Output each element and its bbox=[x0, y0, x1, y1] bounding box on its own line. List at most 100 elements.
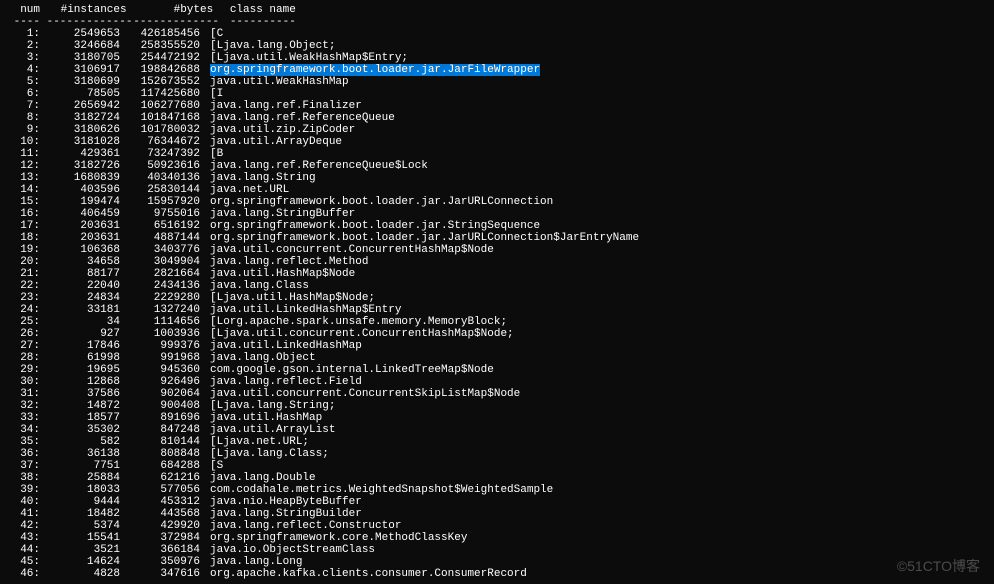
row-classname[interactable]: [Ljava.lang.Class; bbox=[200, 448, 329, 460]
row-bytes: 3049904 bbox=[120, 256, 200, 268]
row-bytes: 2821664 bbox=[120, 268, 200, 280]
row-classname[interactable]: java.lang.ref.ReferenceQueue$Lock bbox=[200, 160, 428, 172]
row-classname[interactable]: java.util.concurrent.ConcurrentSkipListM… bbox=[200, 388, 520, 400]
row-instances: 3182726 bbox=[40, 160, 120, 172]
row-instances: 15541 bbox=[40, 532, 120, 544]
row-num: 13: bbox=[0, 172, 40, 184]
row-num: 12: bbox=[0, 160, 40, 172]
row-bytes: 6516192 bbox=[120, 220, 200, 232]
row-num: 32: bbox=[0, 400, 40, 412]
row-bytes: 101847168 bbox=[120, 112, 200, 124]
row-instances: 1680839 bbox=[40, 172, 120, 184]
row-classname[interactable]: java.lang.String bbox=[200, 172, 316, 184]
row-classname[interactable]: java.lang.reflect.Method bbox=[200, 256, 368, 268]
row-num: 23: bbox=[0, 292, 40, 304]
histogram-row: 39:18033577056com.codahale.metrics.Weigh… bbox=[0, 484, 994, 496]
row-num: 39: bbox=[0, 484, 40, 496]
row-classname[interactable]: java.lang.reflect.Constructor bbox=[200, 520, 401, 532]
row-classname[interactable]: java.lang.StringBuilder bbox=[200, 508, 362, 520]
row-classname[interactable]: java.util.concurrent.ConcurrentHashMap$N… bbox=[200, 244, 494, 256]
row-classname[interactable]: java.lang.Object bbox=[200, 352, 316, 364]
row-bytes: 443568 bbox=[120, 508, 200, 520]
row-classname[interactable]: com.google.gson.internal.LinkedTreeMap$N… bbox=[200, 364, 494, 376]
row-num: 24: bbox=[0, 304, 40, 316]
histogram-row: 25:341114656[Lorg.apache.spark.unsafe.me… bbox=[0, 316, 994, 328]
row-classname[interactable]: [Ljava.util.concurrent.ConcurrentHashMap… bbox=[200, 328, 514, 340]
row-instances: 34658 bbox=[40, 256, 120, 268]
histogram-row: 26:9271003936[Ljava.util.concurrent.Conc… bbox=[0, 328, 994, 340]
row-classname[interactable]: java.util.HashMap$Node bbox=[200, 268, 355, 280]
row-classname[interactable]: java.util.LinkedHashMap$Entry bbox=[200, 304, 401, 316]
row-classname[interactable]: org.springframework.boot.loader.jar.Stri… bbox=[200, 220, 540, 232]
histogram-row: 7:2656942106277680java.lang.ref.Finalize… bbox=[0, 100, 994, 112]
row-classname[interactable]: [Ljava.net.URL; bbox=[200, 436, 309, 448]
histogram-row: 36:36138808848[Ljava.lang.Class; bbox=[0, 448, 994, 460]
row-classname[interactable]: java.util.zip.ZipCoder bbox=[200, 124, 355, 136]
row-classname[interactable]: java.util.HashMap bbox=[200, 412, 322, 424]
row-num: 44: bbox=[0, 544, 40, 556]
row-instances: 37586 bbox=[40, 388, 120, 400]
row-instances: 22040 bbox=[40, 280, 120, 292]
row-num: 7: bbox=[0, 100, 40, 112]
row-num: 10: bbox=[0, 136, 40, 148]
row-classname[interactable]: org.springframework.boot.loader.jar.JarF… bbox=[200, 64, 540, 76]
row-classname[interactable]: java.io.ObjectStreamClass bbox=[200, 544, 375, 556]
row-num: 3: bbox=[0, 52, 40, 64]
row-bytes: 152673552 bbox=[120, 76, 200, 88]
row-classname[interactable]: java.net.URL bbox=[200, 184, 289, 196]
row-classname[interactable]: [Ljava.util.WeakHashMap$Entry; bbox=[200, 52, 408, 64]
row-num: 27: bbox=[0, 340, 40, 352]
row-classname[interactable]: [Ljava.lang.String; bbox=[200, 400, 335, 412]
row-classname[interactable]: org.springframework.boot.loader.jar.JarU… bbox=[200, 232, 639, 244]
row-classname[interactable]: java.lang.StringBuffer bbox=[200, 208, 355, 220]
row-instances: 18033 bbox=[40, 484, 120, 496]
row-classname[interactable]: [C bbox=[200, 28, 223, 40]
row-classname[interactable]: [Ljava.util.HashMap$Node; bbox=[200, 292, 375, 304]
row-classname[interactable]: [B bbox=[200, 148, 223, 160]
row-bytes: 999376 bbox=[120, 340, 200, 352]
row-classname[interactable]: java.lang.Long bbox=[200, 556, 302, 568]
row-classname[interactable]: java.util.ArrayList bbox=[200, 424, 335, 436]
histogram-row: 46:4828347616org.apache.kafka.clients.co… bbox=[0, 568, 994, 580]
row-classname[interactable]: [Lorg.apache.spark.unsafe.memory.MemoryB… bbox=[200, 316, 507, 328]
histogram-row: 41:18482443568java.lang.StringBuilder bbox=[0, 508, 994, 520]
row-bytes: 9755016 bbox=[120, 208, 200, 220]
row-bytes: 429920 bbox=[120, 520, 200, 532]
histogram-row: 31:37586902064java.util.concurrent.Concu… bbox=[0, 388, 994, 400]
row-num: 1: bbox=[0, 28, 40, 40]
row-classname[interactable]: org.springframework.core.MethodClassKey bbox=[200, 532, 467, 544]
row-classname[interactable]: java.lang.ref.Finalizer bbox=[200, 100, 362, 112]
histogram-row: 23:248342229280[Ljava.util.HashMap$Node; bbox=[0, 292, 994, 304]
row-num: 17: bbox=[0, 220, 40, 232]
row-instances: 403596 bbox=[40, 184, 120, 196]
row-classname[interactable]: java.util.LinkedHashMap bbox=[200, 340, 362, 352]
row-instances: 18577 bbox=[40, 412, 120, 424]
row-classname[interactable]: java.lang.Double bbox=[200, 472, 316, 484]
row-classname[interactable]: com.codahale.metrics.WeightedSnapshot$We… bbox=[200, 484, 553, 496]
row-classname[interactable]: java.lang.reflect.Field bbox=[200, 376, 362, 388]
row-classname[interactable]: [S bbox=[200, 460, 223, 472]
row-classname[interactable]: java.lang.Class bbox=[200, 280, 309, 292]
row-instances: 61998 bbox=[40, 352, 120, 364]
header-bytes: #bytes bbox=[133, 4, 213, 16]
row-bytes: 3403776 bbox=[120, 244, 200, 256]
separator-row: ---- ------------- ------------- -------… bbox=[0, 16, 994, 28]
row-classname[interactable]: [Ljava.lang.Object; bbox=[200, 40, 335, 52]
histogram-row: 42:5374429920java.lang.reflect.Construct… bbox=[0, 520, 994, 532]
row-classname[interactable]: java.util.ArrayDeque bbox=[200, 136, 342, 148]
row-classname[interactable]: java.util.WeakHashMap bbox=[200, 76, 349, 88]
row-num: 8: bbox=[0, 112, 40, 124]
row-classname[interactable]: org.springframework.boot.loader.jar.JarU… bbox=[200, 196, 553, 208]
row-classname[interactable]: [I bbox=[200, 88, 223, 100]
row-num: 16: bbox=[0, 208, 40, 220]
row-bytes: 1003936 bbox=[120, 328, 200, 340]
row-classname[interactable]: org.apache.kafka.clients.consumer.Consum… bbox=[200, 568, 527, 580]
row-bytes: 4887144 bbox=[120, 232, 200, 244]
row-instances: 203631 bbox=[40, 232, 120, 244]
row-bytes: 684288 bbox=[120, 460, 200, 472]
row-classname[interactable]: java.nio.HeapByteBuffer bbox=[200, 496, 362, 508]
row-classname[interactable]: java.lang.ref.ReferenceQueue bbox=[200, 112, 395, 124]
selected-text[interactable]: org.springframework.boot.loader.jar.JarF… bbox=[210, 64, 540, 76]
row-instances: 927 bbox=[40, 328, 120, 340]
row-instances: 199474 bbox=[40, 196, 120, 208]
